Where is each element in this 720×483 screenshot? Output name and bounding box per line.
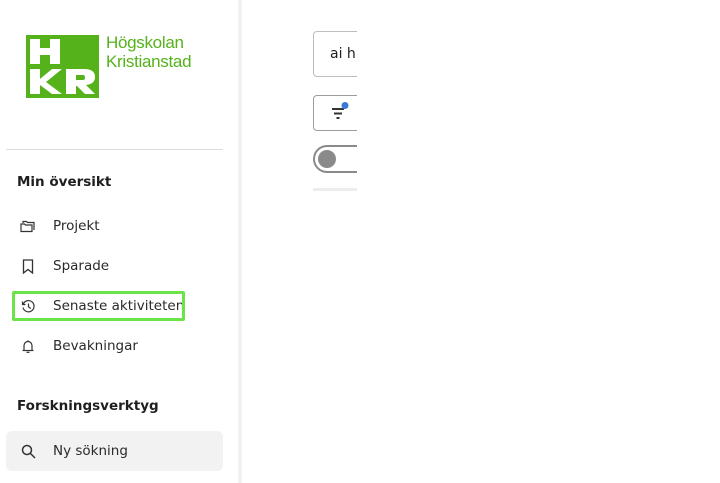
sidebar-item-bevakningar[interactable]: Bevakningar: [6, 327, 223, 365]
filter-button[interactable]: [313, 95, 357, 131]
folders-icon: [19, 217, 37, 235]
section-title-overview: Min översikt: [17, 174, 112, 190]
sidebar-divider: [6, 149, 223, 150]
logo-line-1: Högskolan: [106, 33, 184, 52]
content-divider: [313, 188, 357, 191]
search-icon: [19, 442, 37, 460]
sidebar-item-ny-sokning[interactable]: Ny sökning: [6, 431, 223, 471]
sidebar-item-label: Ny sökning: [53, 443, 128, 459]
sidebar-item-label: Bevakningar: [53, 338, 138, 354]
sidebar-item-senaste-aktiviteten[interactable]: Senaste aktiviteten: [6, 287, 223, 325]
logo-line-2: Kristianstad: [106, 52, 192, 71]
search-input-value: ai h: [330, 46, 356, 62]
toggle-switch[interactable]: [313, 145, 357, 173]
logo-wordmark: Högskolan Kristianstad: [106, 33, 192, 71]
sidebar-item-projekt[interactable]: Projekt: [6, 207, 223, 245]
filter-icon: [332, 102, 349, 119]
bell-icon: [19, 337, 37, 355]
bookmark-icon: [19, 257, 37, 275]
sidebar-item-label: Sparade: [53, 258, 110, 274]
history-icon: [19, 297, 37, 315]
section-title-tools: Forskningsverktyg: [17, 398, 159, 414]
hkr-logo-mark: [26, 35, 99, 98]
sidebar-item-label: Projekt: [53, 218, 100, 234]
hkr-logo[interactable]: Högskolan Kristianstad: [26, 33, 206, 99]
sidebar-item-label: Senaste aktiviteten: [53, 298, 185, 314]
sidebar: Högskolan Kristianstad Min översikt Proj…: [0, 0, 238, 483]
search-input[interactable]: ai h: [313, 31, 357, 77]
toggle-knob: [318, 150, 336, 168]
main-content: ai h: [242, 0, 357, 483]
sidebar-item-sparade[interactable]: Sparade: [6, 247, 223, 285]
